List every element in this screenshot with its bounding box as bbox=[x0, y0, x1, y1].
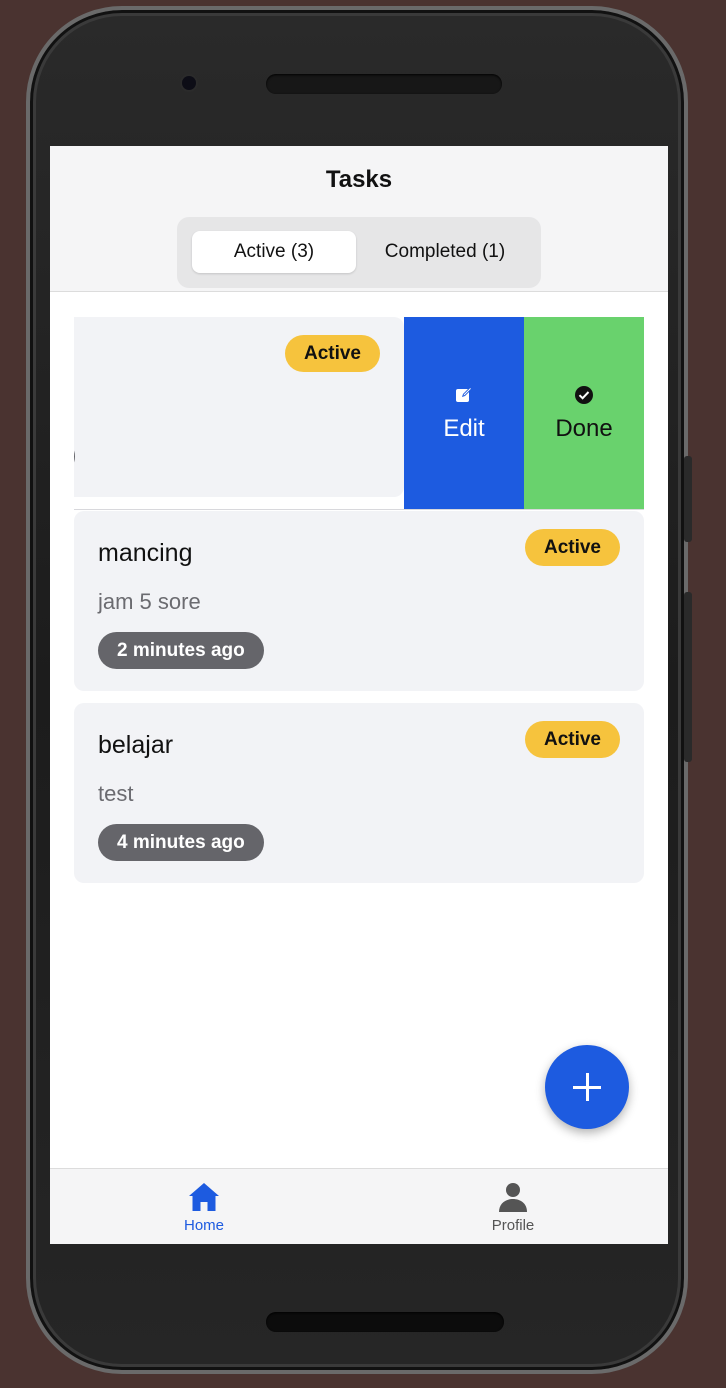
home-icon bbox=[189, 1183, 219, 1211]
task-title: mancing bbox=[98, 539, 193, 567]
done-action-label: Done bbox=[555, 415, 613, 442]
power-button bbox=[684, 592, 692, 762]
front-camera bbox=[182, 76, 196, 90]
status-badge: Active bbox=[524, 529, 620, 566]
tab-home[interactable]: Home bbox=[144, 1179, 264, 1234]
volume-button bbox=[684, 456, 692, 542]
bottom-tab-bar: Home Profile bbox=[50, 1168, 668, 1244]
edit-icon bbox=[456, 387, 472, 402]
check-circle-icon bbox=[575, 386, 593, 404]
page-title: Tasks bbox=[325, 166, 393, 193]
swiped-task-row[interactable]: Active go Edit Done bbox=[74, 317, 644, 509]
add-task-button[interactable] bbox=[545, 1045, 629, 1129]
app-screen: Tasks Active (3) Completed (1) Active go… bbox=[50, 146, 668, 1244]
status-badge: Active bbox=[524, 721, 620, 758]
person-icon bbox=[499, 1183, 527, 1212]
bottom-speaker bbox=[266, 1312, 504, 1332]
task-filter-segment: Active (3) Completed (1) bbox=[177, 217, 541, 288]
task-description: test bbox=[98, 781, 134, 806]
row-divider bbox=[74, 509, 644, 510]
earpiece-speaker bbox=[266, 74, 502, 94]
segment-active-tab[interactable]: Active (3) bbox=[192, 231, 356, 273]
time-badge: 2 minutes ago bbox=[98, 632, 264, 669]
done-action-button[interactable]: Done bbox=[524, 317, 644, 509]
tab-home-label: Home bbox=[183, 1217, 224, 1234]
time-badge: go bbox=[74, 438, 76, 475]
task-card[interactable]: Active go bbox=[74, 317, 404, 497]
segment-completed-tab[interactable]: Completed (1) bbox=[364, 231, 526, 273]
time-badge: 4 minutes ago bbox=[98, 824, 264, 861]
task-title: belajar bbox=[98, 731, 174, 759]
edit-action-label: Edit bbox=[443, 415, 485, 442]
task-card[interactable]: belajar Active test 4 minutes ago bbox=[74, 703, 644, 883]
task-description: jam 5 sore bbox=[98, 589, 201, 614]
task-card[interactable]: mancing Active jam 5 sore 2 minutes ago bbox=[74, 511, 644, 691]
edit-action-button[interactable]: Edit bbox=[404, 317, 524, 509]
status-badge: Active bbox=[284, 335, 380, 372]
app-header: Tasks Active (3) Completed (1) bbox=[50, 146, 668, 292]
tab-profile[interactable]: Profile bbox=[453, 1179, 573, 1234]
tab-profile-label: Profile bbox=[491, 1217, 535, 1234]
